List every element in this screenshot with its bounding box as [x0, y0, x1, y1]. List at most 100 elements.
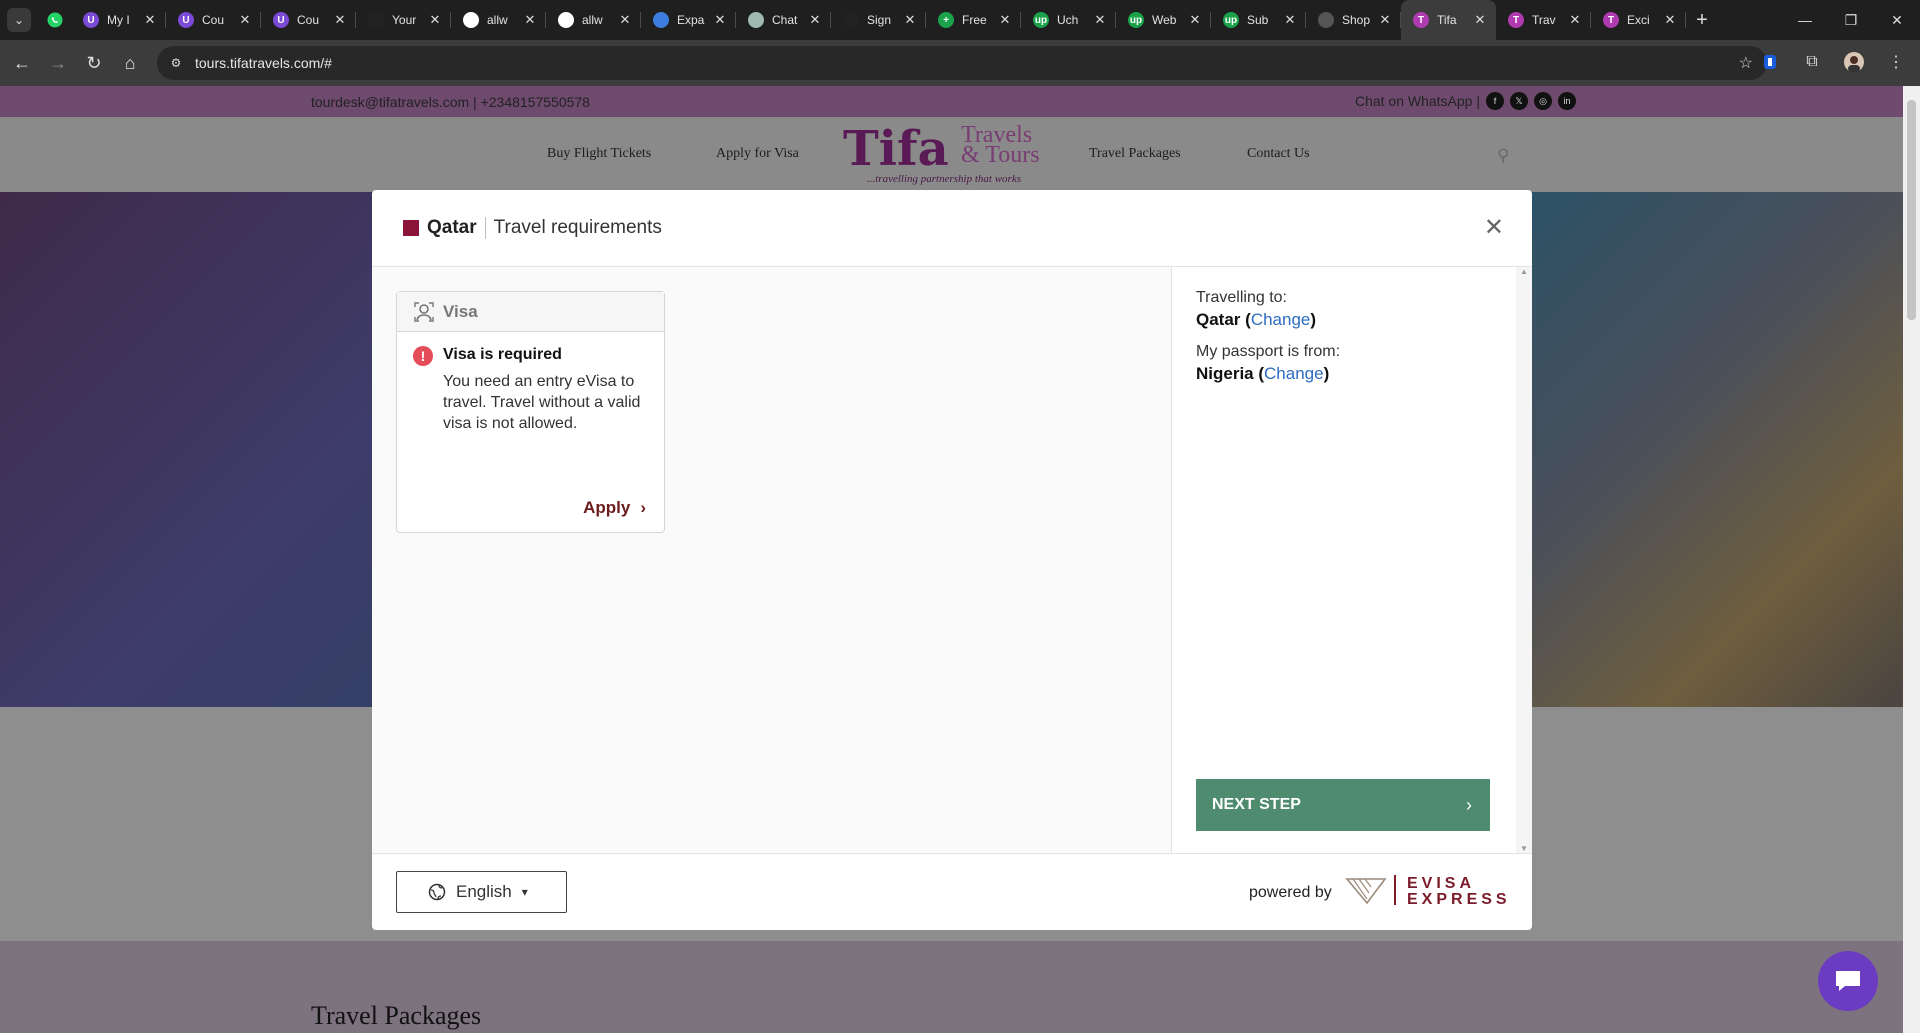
site-info-icon[interactable]: ⚙: [165, 52, 187, 74]
tab-close-icon[interactable]: ✕: [807, 12, 823, 28]
menu-buy-flight-tickets[interactable]: Buy Flight Tickets: [547, 146, 651, 162]
home-icon[interactable]: ⌂: [116, 49, 144, 77]
restore-icon[interactable]: ❐: [1828, 0, 1874, 40]
tab-favicon-icon: U: [273, 12, 289, 28]
tab-title: Tifa: [1437, 13, 1457, 27]
close-window-icon[interactable]: ✕: [1874, 0, 1920, 40]
menu-contact-us[interactable]: Contact Us: [1247, 146, 1310, 162]
instagram-icon[interactable]: ◎: [1534, 92, 1552, 110]
visa-card-title: Visa: [443, 301, 478, 321]
reload-icon[interactable]: ↻: [80, 49, 108, 77]
menu-travel-packages[interactable]: Travel Packages: [1089, 146, 1181, 162]
tab-favicon-icon: [748, 12, 764, 28]
live-chat-button[interactable]: [1818, 951, 1878, 1011]
next-step-button[interactable]: NEXT STEP ›: [1196, 779, 1490, 831]
travel-packages-section: Travel Packages: [0, 941, 1903, 1033]
language-selector[interactable]: English ▾: [396, 871, 567, 913]
browser-tab[interactable]: Shop ✕: [1306, 0, 1401, 40]
tab-title: Shop: [1342, 13, 1371, 27]
modal-scrollbar[interactable]: ▲ ▼: [1516, 267, 1532, 853]
tab-close-icon[interactable]: ✕: [1377, 12, 1393, 28]
minimize-icon[interactable]: —: [1782, 0, 1828, 40]
browser-tab[interactable]: up Uch ✕: [1021, 0, 1116, 40]
tab-title: allw: [582, 13, 603, 27]
extensions-icon[interactable]: ⧉: [1798, 48, 1826, 76]
tab-close-icon[interactable]: ✕: [1282, 12, 1298, 28]
tab-favicon-icon: up: [1033, 12, 1049, 28]
browser-tab[interactable]: T Tifa ✕: [1401, 0, 1496, 40]
tab-close-icon[interactable]: ✕: [1567, 12, 1583, 28]
next-step-label: NEXT STEP: [1212, 796, 1301, 813]
browser-tab[interactable]: T Trav ✕: [1496, 0, 1591, 40]
modal-body: Visa ! Visa is required You need an entr…: [372, 267, 1532, 853]
tab-close-icon[interactable]: ✕: [522, 12, 538, 28]
browser-tab[interactable]: Sign ✕: [831, 0, 926, 40]
browser-menu-icon[interactable]: ⋮: [1882, 48, 1910, 76]
browser-tab[interactable]: Expa ✕: [641, 0, 736, 40]
tab-close-icon[interactable]: ✕: [1662, 12, 1678, 28]
menu-apply-for-visa[interactable]: Apply for Visa: [716, 146, 799, 162]
whatsapp-chat-link[interactable]: Chat on WhatsApp |: [1355, 93, 1480, 109]
url-text: tours.tifatravels.com/#: [195, 55, 332, 71]
bookmark-star-icon[interactable]: ☆: [1739, 53, 1753, 73]
bitwarden-icon[interactable]: [1756, 48, 1784, 76]
tab-title: Cou: [202, 13, 225, 27]
travelling-to-label: Travelling to:: [1196, 289, 1287, 306]
tab-close-icon[interactable]: ✕: [142, 12, 158, 28]
tab-title: Free: [962, 13, 987, 27]
tab-whatsapp[interactable]: [39, 0, 71, 40]
profile-avatar[interactable]: [1840, 48, 1868, 76]
scrollbar-thumb[interactable]: [1907, 100, 1916, 320]
browser-tab[interactable]: allw ✕: [451, 0, 546, 40]
apply-label: Apply: [583, 498, 631, 517]
browser-tab[interactable]: Chat ✕: [736, 0, 831, 40]
page-scrollbar[interactable]: [1903, 86, 1920, 1033]
browser-tab[interactable]: Your ✕: [356, 0, 451, 40]
browser-tab[interactable]: U Cou ✕: [166, 0, 261, 40]
browser-tab[interactable]: up Sub ✕: [1211, 0, 1306, 40]
tab-close-icon[interactable]: ✕: [427, 12, 443, 28]
search-icon[interactable]: ⚲: [1497, 146, 1509, 166]
tab-close-icon[interactable]: ✕: [712, 12, 728, 28]
evisa-express-logo[interactable]: EVISA EXPRESS: [1345, 875, 1515, 908]
tab-favicon-icon: [1318, 12, 1334, 28]
browser-tab[interactable]: + Free ✕: [926, 0, 1021, 40]
forward-icon[interactable]: →: [44, 49, 72, 77]
tab-close-icon[interactable]: ✕: [1187, 12, 1203, 28]
requirements-pane: Visa ! Visa is required You need an entr…: [372, 267, 1172, 853]
tab-close-icon[interactable]: ✕: [902, 12, 918, 28]
visa-card-header: Visa: [397, 292, 664, 332]
tab-search-button[interactable]: ⌄: [7, 8, 31, 32]
browser-tab[interactable]: allw ✕: [546, 0, 641, 40]
browser-tab[interactable]: U My I ✕: [71, 0, 166, 40]
facebook-icon[interactable]: f: [1486, 92, 1504, 110]
tab-close-icon[interactable]: ✕: [617, 12, 633, 28]
tab-close-icon[interactable]: ✕: [997, 12, 1013, 28]
tab-close-icon[interactable]: ✕: [1092, 12, 1108, 28]
site-logo[interactable]: Tifa Travels & Tours ...travelling partne…: [843, 121, 1055, 189]
browser-tab[interactable]: U Cou ✕: [261, 0, 356, 40]
tab-title: allw: [487, 13, 508, 27]
browser-tab[interactable]: up Web ✕: [1116, 0, 1211, 40]
modal-close-icon[interactable]: ✕: [1484, 216, 1504, 240]
tab-close-icon[interactable]: ✕: [237, 12, 253, 28]
tab-close-icon[interactable]: ✕: [1472, 12, 1488, 28]
change-passport-link[interactable]: Change: [1264, 364, 1324, 383]
back-icon[interactable]: ←: [8, 49, 36, 77]
address-bar[interactable]: ⚙ tours.tifatravels.com/# ☆: [157, 46, 1767, 80]
linkedin-icon[interactable]: in: [1558, 92, 1576, 110]
scroll-up-icon[interactable]: ▲: [1516, 267, 1532, 276]
tab-title: Sign: [867, 13, 892, 27]
tab-title: Web: [1152, 13, 1177, 27]
tab-favicon-icon: [653, 12, 669, 28]
browser-tab[interactable]: T Exci ✕: [1591, 0, 1686, 40]
new-tab-button[interactable]: +: [1686, 9, 1718, 32]
scroll-down-icon[interactable]: ▼: [1516, 844, 1532, 853]
tab-favicon-icon: +: [938, 12, 954, 28]
powered-by-label: powered by: [1249, 884, 1332, 901]
x-twitter-icon[interactable]: 𝕏: [1510, 92, 1528, 110]
change-destination-link[interactable]: Change: [1251, 310, 1311, 329]
tab-close-icon[interactable]: ✕: [332, 12, 348, 28]
apply-button[interactable]: Apply ›: [583, 498, 646, 518]
passport-value: Nigeria (Change): [1196, 364, 1330, 383]
